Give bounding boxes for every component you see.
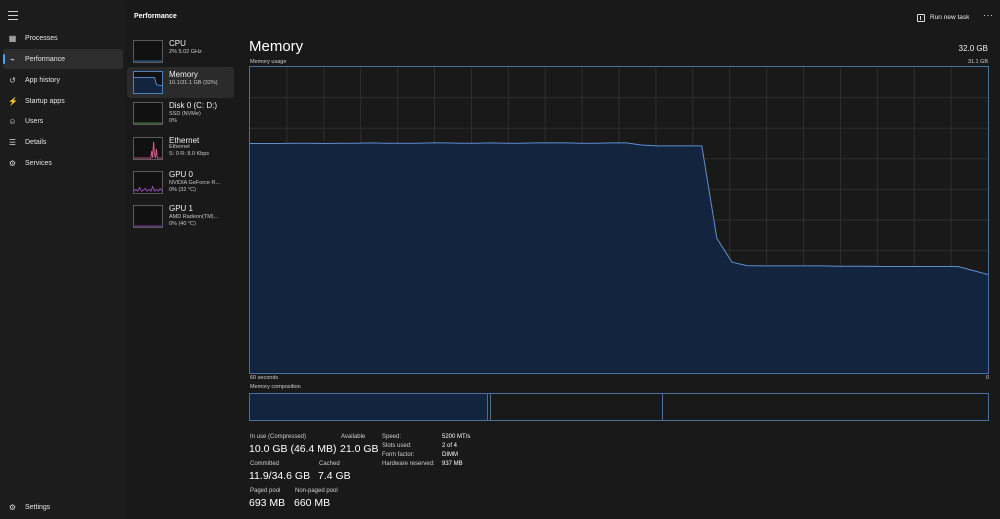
device-gpu-1[interactable]: GPU 1 AMD Radeon(TM)... 0% (40 °C) <box>127 201 234 232</box>
nav-pane: ▦ Processes ⌁ Performance ↺ App history … <box>0 0 125 519</box>
nav-item-users[interactable]: ☺ Users <box>0 111 122 131</box>
ethernet-thumbnail <box>133 137 163 160</box>
nav-item-label: Startup apps <box>25 97 65 105</box>
memory-composition-bar <box>249 393 989 421</box>
hardware-reserved-label: Hardware reserved: <box>382 461 435 467</box>
cached-value: 7.4 GB <box>318 470 351 482</box>
nav-item-app-history[interactable]: ↺ App history <box>0 70 122 90</box>
device-cpu[interactable]: CPU 2% 5.02 GHz <box>127 36 234 67</box>
device-detail: 0% (32 °C) <box>169 187 196 193</box>
more-options-icon[interactable]: ··· <box>983 10 994 20</box>
nav-item-label: Performance <box>25 55 66 63</box>
device-detail: S: 0 R: 8.0 Kbps <box>169 151 210 157</box>
gpu-0-thumbnail <box>133 171 163 194</box>
page-title: Performance <box>134 13 177 20</box>
device-memory[interactable]: Memory 10.1/31.1 GB (32%) <box>127 67 234 98</box>
memory-total: 32.0 GB <box>958 44 988 53</box>
device-detail: 10.1/31.1 GB (32%) <box>169 80 218 86</box>
memory-usage-max: 31.1 GB <box>967 59 988 65</box>
device-name: Memory <box>169 70 198 79</box>
hamburger-menu-icon[interactable] <box>8 11 18 21</box>
nav-item-label: Settings <box>25 503 51 511</box>
gpu-1-thumbnail <box>133 205 163 228</box>
nav-item-details[interactable]: ☰ Details <box>0 132 122 152</box>
nav-item-performance[interactable]: ⌁ Performance <box>3 49 123 69</box>
nav-item-label: App history <box>25 76 61 84</box>
nav-item-label: Services <box>25 159 52 167</box>
in-use-value: 10.0 GB (46.4 MB) <box>249 443 337 455</box>
device-detail: 0% <box>169 118 177 124</box>
details-icon: ☰ <box>8 137 17 147</box>
device-detail: SSD (NVMe) <box>169 111 201 117</box>
nav-item-services[interactable]: ⚙ Services <box>0 153 122 173</box>
graph-axis-right: 0 <box>985 375 989 381</box>
composition-standby <box>491 394 663 420</box>
processes-icon: ▦ <box>8 33 17 43</box>
device-name: Disk 0 (C: D:) <box>169 101 217 110</box>
nav-item-label: Details <box>25 138 47 146</box>
form-factor-value: DIMM <box>442 452 458 458</box>
users-icon: ☺ <box>8 116 17 126</box>
hardware-reserved-value: 937 MB <box>442 461 463 467</box>
device-name: GPU 0 <box>169 170 194 179</box>
nav-item-startup-apps[interactable]: ⚡ Startup apps <box>0 91 122 111</box>
form-factor-label: Form factor: <box>382 452 415 458</box>
device-detail: Ethernet <box>169 144 190 150</box>
speed-value: 5200 MT/s <box>442 434 471 440</box>
memory-usage-graph <box>249 66 989 374</box>
run-task-icon <box>917 13 925 22</box>
device-detail: NVIDIA GeForce R... <box>169 180 221 186</box>
run-new-task-button[interactable]: Run new task <box>917 12 969 23</box>
gear-icon: ⚙ <box>8 502 17 512</box>
slots-used-label: Slots used: <box>382 443 412 449</box>
device-name: CPU <box>169 39 186 48</box>
paged-pool-label: Paged pool <box>250 488 281 494</box>
non-paged-pool-value: 660 MB <box>294 497 331 509</box>
available-value: 21.0 GB <box>340 443 379 455</box>
performance-page: Performance Run new task ··· CPU 2% 5.02… <box>125 0 1000 519</box>
device-name: GPU 1 <box>169 204 194 213</box>
services-icon: ⚙ <box>8 158 17 168</box>
in-use-label: In use (Compressed) <box>250 434 307 440</box>
memory-heading: Memory <box>249 38 304 55</box>
run-new-task-label: Run new task <box>930 14 970 21</box>
slots-used-value: 2 of 4 <box>442 443 458 449</box>
header-bar: Performance Run new task ··· <box>125 0 1000 33</box>
device-gpu-0[interactable]: GPU 0 NVIDIA GeForce R... 0% (32 °C) <box>127 167 234 198</box>
app-history-icon: ↺ <box>9 75 16 85</box>
paged-pool-value: 693 MB <box>249 497 286 509</box>
startup-apps-icon: ⚡ <box>8 96 18 106</box>
cached-label: Cached <box>319 461 340 467</box>
available-label: Available <box>341 434 366 440</box>
committed-label: Committed <box>250 461 280 467</box>
nav-item-processes[interactable]: ▦ Processes <box>0 28 122 48</box>
nav-item-label: Users <box>25 117 44 125</box>
cpu-thumbnail <box>133 40 163 63</box>
disk-thumbnail <box>133 102 163 125</box>
speed-label: Speed: <box>382 434 402 440</box>
memory-thumbnail <box>133 71 163 94</box>
performance-icon: ⌁ <box>10 54 15 64</box>
device-disk-0[interactable]: Disk 0 (C: D:) SSD (NVMe) 0% <box>127 98 234 129</box>
memory-composition-label: Memory composition <box>250 384 301 390</box>
nav-item-settings[interactable]: ⚙ Settings <box>0 497 122 517</box>
graph-axis-left: 60 seconds <box>250 375 279 381</box>
non-paged-pool-label: Non-paged pool <box>295 488 338 494</box>
device-detail: 2% 5.02 GHz <box>169 49 202 55</box>
memory-usage-label: Memory usage <box>250 59 287 65</box>
device-ethernet[interactable]: Ethernet Ethernet S: 0 R: 8.0 Kbps <box>127 133 234 164</box>
composition-in-use <box>250 394 488 420</box>
nav-item-label: Processes <box>25 34 58 42</box>
device-detail: 0% (40 °C) <box>169 221 196 227</box>
committed-value: 11.9/34.6 GB <box>249 470 311 482</box>
device-detail: AMD Radeon(TM)... <box>169 214 219 220</box>
